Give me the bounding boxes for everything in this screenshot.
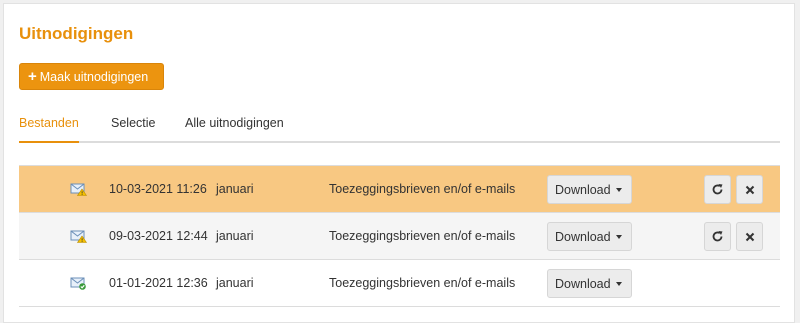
row-type: Toezeggingsbrieven en/of e-mails xyxy=(329,182,516,196)
refresh-icon xyxy=(712,231,723,242)
make-invitations-label: Maak uitnodigingen xyxy=(39,69,149,84)
tab-bestanden[interactable]: Bestanden xyxy=(19,116,79,143)
refresh-icon xyxy=(712,184,723,195)
envelope-warning-icon xyxy=(70,230,87,243)
delete-button[interactable] xyxy=(736,175,763,204)
close-icon xyxy=(745,185,754,194)
row-period: januari xyxy=(216,229,254,243)
row-type: Toezeggingsbrieven en/of e-mails xyxy=(329,229,516,243)
delete-button[interactable] xyxy=(736,222,763,251)
caret-down-icon xyxy=(615,187,622,192)
row-period: januari xyxy=(216,276,254,290)
files-table: 10-03-2021 11:26 januari Toezeggingsbrie… xyxy=(19,165,780,307)
close-icon xyxy=(745,232,754,241)
download-label: Download xyxy=(555,276,611,291)
download-dropdown-button[interactable]: Download xyxy=(547,175,632,204)
row-type: Toezeggingsbrieven en/of e-mails xyxy=(329,276,516,290)
plus-icon: + xyxy=(28,68,37,85)
row-date: 10-03-2021 11:26 xyxy=(109,182,207,196)
download-dropdown-button[interactable]: Download xyxy=(547,222,632,251)
envelope-warning-icon xyxy=(70,183,87,196)
tab-selectie[interactable]: Selectie xyxy=(111,116,155,143)
envelope-success-icon xyxy=(70,277,86,290)
row-date: 09-03-2021 12:44 xyxy=(109,229,208,243)
table-row[interactable]: 09-03-2021 12:44 januari Toezeggingsbrie… xyxy=(19,213,780,260)
table-row[interactable]: 10-03-2021 11:26 januari Toezeggingsbrie… xyxy=(19,166,780,213)
page-title: Uitnodigingen xyxy=(19,24,134,43)
table-row[interactable]: 01-01-2021 12:36 januari Toezeggingsbrie… xyxy=(19,260,780,307)
refresh-button[interactable] xyxy=(704,175,731,204)
row-period: januari xyxy=(216,182,254,196)
caret-down-icon xyxy=(615,234,622,239)
refresh-button[interactable] xyxy=(704,222,731,251)
caret-down-icon xyxy=(615,281,622,286)
tab-alle-uitnodigingen[interactable]: Alle uitnodigingen xyxy=(185,116,284,143)
row-date: 01-01-2021 12:36 xyxy=(109,276,208,290)
invitations-panel: Uitnodigingen + Maak uitnodigingen Besta… xyxy=(3,3,795,323)
download-dropdown-button[interactable]: Download xyxy=(547,269,632,298)
tab-bar: Bestanden Selectie Alle uitnodigingen xyxy=(19,114,780,143)
download-label: Download xyxy=(555,229,611,244)
make-invitations-button[interactable]: + Maak uitnodigingen xyxy=(19,63,164,90)
download-label: Download xyxy=(555,182,611,197)
